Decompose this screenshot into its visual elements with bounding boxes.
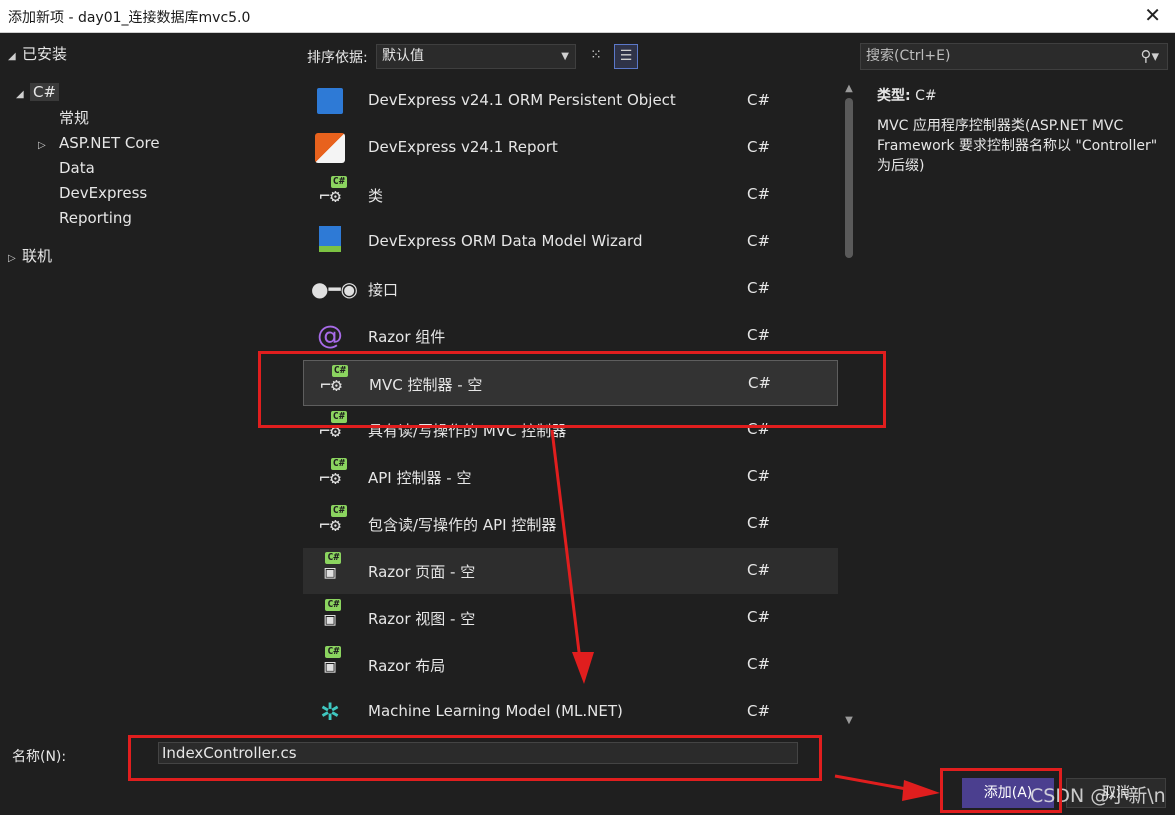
type-value: C# [915,88,937,104]
chevron-down-icon: ▼ [561,51,569,62]
list-item[interactable]: DevExpress v24.1 ORM Persistent Object C… [303,78,838,124]
close-icon[interactable]: ✕ [1144,3,1161,27]
list-item[interactable]: ⌐⚙ C# API 控制器 - 空 C# [303,454,838,500]
scroll-down-icon[interactable]: ▼ [840,714,858,728]
tree-item-online[interactable]: ▷ 联机 [8,244,52,268]
sort-dropdown[interactable]: 默认值 ▼ [376,44,576,69]
type-label: 类型: [877,88,911,104]
list-item[interactable]: ▣ C# Razor 视图 - 空 C# [303,595,838,641]
list-item[interactable]: ▣ C# Razor 页面 - 空 C# [303,548,838,594]
razor-page-icon: ▣ C# [324,552,342,583]
devexpress-orm-icon [311,83,349,119]
annotation-box-selected-template [258,351,886,428]
list-item[interactable]: ▣ C# Razor 布局 C# [303,642,838,688]
template-description: MVC 应用程序控制器类(ASP.NET MVC Framework 要求控制器… [877,118,1158,174]
class-icon: ⌐⚙ C# [319,176,347,207]
expand-arrow-icon[interactable]: ◢ [8,45,22,69]
tree-item-devexpress[interactable]: DevExpress [59,181,147,205]
search-input[interactable]: 搜索(Ctrl+E) ⚲▾ [860,43,1168,70]
detail-pane: 类型: C# MVC 应用程序控制器类(ASP.NET MVC Framewor… [877,86,1162,176]
title-bar: 添加新项 - day01_连接数据库mvc5.0 ✕ [0,0,1175,33]
razor-component-icon: @ [317,321,343,351]
grid-view-button[interactable]: ⁙ [584,44,608,69]
list-item[interactable]: ●━◉ 接口 C# [303,266,838,312]
category-tree: ◢ 已安装 ◢ C# 常规 ▷ ASP.NET Core Data DevExpres… [0,34,300,734]
scroll-up-icon[interactable]: ▲ [840,82,858,96]
tree-item-installed[interactable]: ◢ 已安装 [8,42,67,66]
controller-icon: ⌐⚙ C# [319,458,347,489]
list-item[interactable]: ⌐⚙ C# 类 C# [303,172,838,218]
tree-item-reporting[interactable]: Reporting [59,206,132,230]
tree-item-csharp[interactable]: ◢ C# [16,80,60,107]
tree-item-data[interactable]: Data [59,156,95,180]
sort-label: 排序依据: [307,50,368,66]
interface-icon: ●━◉ [311,277,358,301]
list-item[interactable]: DevExpress ORM Data Model Wizard C# [303,219,838,265]
name-label: 名称(N): [12,749,67,765]
list-view-button[interactable]: ☰ [614,44,638,69]
devexpress-report-icon [311,130,349,166]
grid-icon: ⁙ [590,47,602,63]
search-icon: ⚲▾ [1140,47,1159,65]
list-item[interactable]: ⌐⚙ C# 包含读/写操作的 API 控制器 C# [303,501,838,547]
ml-model-icon: ✲ [319,698,341,726]
tree-item-aspnet-core[interactable]: ▷ ASP.NET Core [38,131,160,155]
list-item[interactable]: DevExpress v24.1 Report C# [303,125,838,171]
window-title: 添加新项 - day01_连接数据库mvc5.0 [8,10,251,26]
razor-layout-icon: ▣ C# [324,646,342,677]
collapse-arrow-icon[interactable]: ▷ [38,134,59,158]
list-item[interactable]: ✲ Machine Learning Model (ML.NET) C# [303,689,838,732]
annotation-box-add-button [940,768,1062,813]
expand-arrow-icon[interactable]: ◢ [16,83,30,107]
list-icon: ☰ [619,48,633,64]
data-model-icon [311,224,349,260]
tree-item-general[interactable]: 常规 [59,106,89,130]
razor-view-icon: ▣ C# [324,599,342,630]
scroll-thumb[interactable] [845,98,853,258]
collapse-arrow-icon[interactable]: ▷ [8,247,22,271]
controller-icon: ⌐⚙ C# [319,505,347,536]
annotation-box-name-input [128,735,822,781]
